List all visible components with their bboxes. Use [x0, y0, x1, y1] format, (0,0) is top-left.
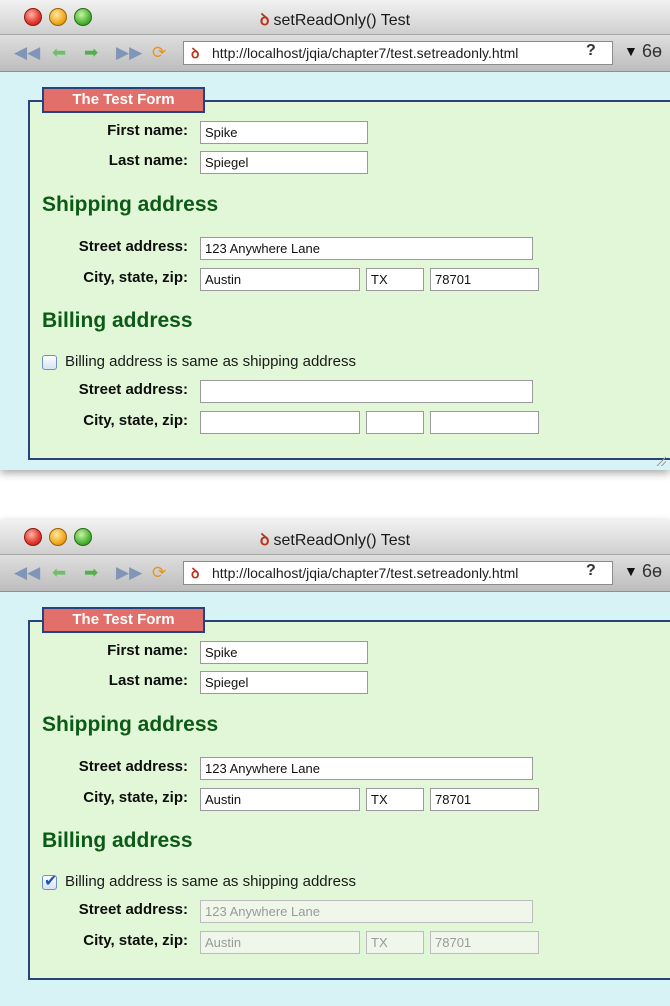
last-name-label: Last name:: [108, 672, 188, 689]
title-bar: ꝺ setReadOnly() Test: [0, 0, 670, 35]
same-as-shipping-checkbox[interactable]: [42, 355, 57, 370]
bill-zip-field[interactable]: [430, 411, 539, 434]
ship-state-field[interactable]: TX: [366, 268, 424, 291]
title-bar: ꝺ setReadOnly() Test: [0, 520, 670, 555]
billing-heading: Billing address: [42, 829, 193, 852]
help-button[interactable]: ?: [586, 562, 596, 580]
reader-icon[interactable]: 6ɵ: [642, 561, 662, 582]
first-name-label: First name:: [107, 122, 188, 139]
bill-street-field[interactable]: [200, 380, 533, 403]
dropdown-icon[interactable]: ▼: [624, 43, 638, 59]
fast-forward-icon[interactable]: ▶▶: [116, 43, 142, 63]
ship-street-field[interactable]: 123 Anywhere Lane: [200, 237, 533, 260]
reload-icon[interactable]: ⟳: [152, 563, 166, 583]
rewind-icon[interactable]: ◀◀: [14, 43, 40, 63]
shipping-heading: Shipping address: [42, 193, 219, 216]
billing-heading: Billing address: [42, 309, 193, 332]
last-name-field[interactable]: Spiegel: [200, 671, 368, 694]
url-text: http://localhost/jqia/chapter7/test.setr…: [212, 45, 519, 61]
back-icon[interactable]: ⬅: [52, 563, 66, 583]
toolbar: ◀◀ ⬅ ➡ ▶▶ ⟳ ꝺ http://localhost/jqia/chapt…: [0, 35, 670, 72]
ship-zip-field[interactable]: 78701: [430, 788, 539, 811]
page-icon: ꝺ: [259, 532, 270, 549]
bill-city-field: Austin: [200, 931, 360, 954]
page-icon: ꝺ: [259, 12, 270, 29]
dropdown-icon[interactable]: ▼: [624, 563, 638, 579]
bill-zip-field: 78701: [430, 931, 539, 954]
shipping-heading: Shipping address: [42, 713, 219, 736]
url-text: http://localhost/jqia/chapter7/test.setr…: [212, 565, 519, 581]
forward-icon[interactable]: ➡: [84, 43, 98, 63]
ship-street-label: Street address:: [78, 758, 188, 775]
fast-forward-icon[interactable]: ▶▶: [116, 563, 142, 583]
ship-street-label: Street address:: [78, 238, 188, 255]
site-icon: ꝺ: [191, 45, 200, 61]
window-title: ꝺ setReadOnly() Test: [0, 528, 670, 550]
same-as-shipping-label: Billing address is same as shipping addr…: [65, 873, 356, 890]
first-name-field[interactable]: Spike: [200, 641, 368, 664]
ship-city-field[interactable]: Austin: [200, 788, 360, 811]
first-name-field[interactable]: Spike: [200, 121, 368, 144]
first-name-label: First name:: [107, 642, 188, 659]
bill-state-field[interactable]: [366, 411, 424, 434]
same-as-shipping-label: Billing address is same as shipping addr…: [65, 353, 356, 370]
site-icon: ꝺ: [191, 565, 200, 581]
window-title-text: setReadOnly() Test: [273, 532, 411, 549]
bill-street-field: 123 Anywhere Lane: [200, 900, 533, 923]
bill-csz-label: City, state, zip:: [83, 932, 188, 949]
ship-city-field[interactable]: Austin: [200, 268, 360, 291]
browser-window-before: ꝺ setReadOnly() Test ◀◀ ⬅ ➡ ▶▶ ⟳ ꝺ http://…: [0, 0, 670, 470]
bill-state-field: TX: [366, 931, 424, 954]
ship-csz-label: City, state, zip:: [83, 269, 188, 286]
last-name-field[interactable]: Spiegel: [200, 151, 368, 174]
help-button[interactable]: ?: [586, 42, 596, 60]
page-content: The Test Form First name: Spike Last nam…: [0, 72, 670, 470]
reload-icon[interactable]: ⟳: [152, 43, 166, 63]
same-as-shipping-checkbox[interactable]: [42, 871, 57, 891]
url-field[interactable]: ꝺ http://localhost/jqia/chapter7/test.set…: [183, 41, 613, 65]
browser-window-after: ꝺ setReadOnly() Test ◀◀ ⬅ ➡ ▶▶ ⟳ ꝺ http://…: [0, 520, 670, 1006]
bill-csz-label: City, state, zip:: [83, 412, 188, 429]
page-content: The Test Form First name: Spike Last nam…: [0, 592, 670, 1006]
test-form: The Test Form First name: Spike Last nam…: [28, 607, 670, 980]
ship-zip-field[interactable]: 78701: [430, 268, 539, 291]
toolbar: ◀◀ ⬅ ➡ ▶▶ ⟳ ꝺ http://localhost/jqia/chapt…: [0, 555, 670, 592]
ship-state-field[interactable]: TX: [366, 788, 424, 811]
url-field[interactable]: ꝺ http://localhost/jqia/chapter7/test.set…: [183, 561, 613, 585]
rewind-icon[interactable]: ◀◀: [14, 563, 40, 583]
form-legend: The Test Form: [42, 87, 205, 113]
back-icon[interactable]: ⬅: [52, 43, 66, 63]
resize-grip[interactable]: [654, 454, 666, 466]
forward-icon[interactable]: ➡: [84, 563, 98, 583]
bill-street-label: Street address:: [78, 381, 188, 398]
form-legend: The Test Form: [42, 607, 205, 633]
bill-city-field[interactable]: [200, 411, 360, 434]
last-name-label: Last name:: [108, 152, 188, 169]
window-title: ꝺ setReadOnly() Test: [0, 8, 670, 30]
reader-icon[interactable]: 6ɵ: [642, 41, 662, 62]
window-title-text: setReadOnly() Test: [273, 12, 411, 29]
test-form: The Test Form First name: Spike Last nam…: [28, 87, 670, 460]
bill-street-label: Street address:: [78, 901, 188, 918]
ship-street-field[interactable]: 123 Anywhere Lane: [200, 757, 533, 780]
ship-csz-label: City, state, zip:: [83, 789, 188, 806]
